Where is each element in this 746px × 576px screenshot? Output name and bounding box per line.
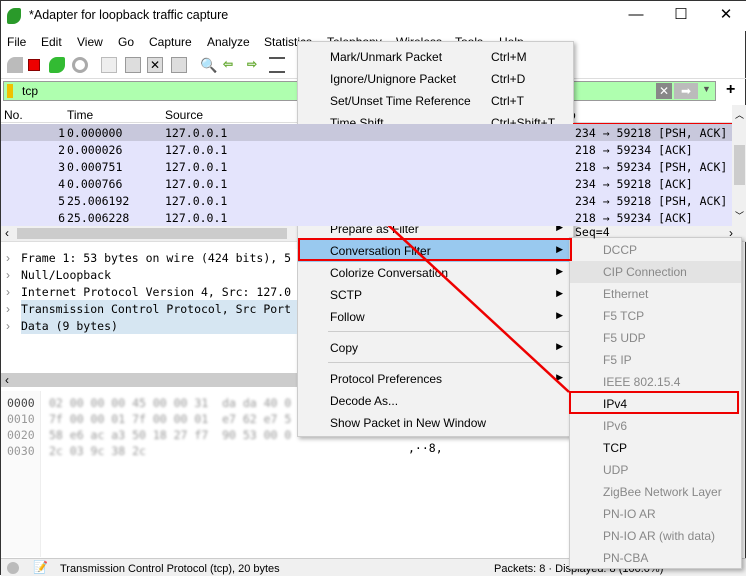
packet-source: 127.0.0.1 [165, 194, 228, 208]
packet-no: 4 [58, 177, 65, 191]
packet-row[interactable]: 40.000766127.0.0.1234 → 59218 [ACK] Seq=… [1, 175, 732, 205]
packet-info: 234 → 59218 [PSH, ACK] [575, 194, 728, 208]
detail-row[interactable]: › Data (9 bytes) [1, 317, 297, 334]
packet-time: 0.000766 [67, 177, 123, 191]
packet-no: 5 [58, 194, 65, 208]
packet-no: 3 [58, 160, 65, 174]
detail-text: Null/Loopback [21, 266, 297, 283]
packet-no: 6 [58, 211, 65, 225]
packet-info: 234 → 59218 [PSH, ACK] [575, 126, 728, 140]
packet-source: 127.0.0.1 [165, 126, 228, 140]
detail-text: Internet Protocol Version 4, Src: 127.0 [21, 283, 297, 300]
detail-row[interactable]: › Transmission Control Protocol, Src Port [1, 300, 297, 317]
packet-time: 25.006228 [67, 211, 130, 225]
packet-row[interactable]: 6 25.006228 127.0.0.1 218 → 59234 [ACK] Seq… [1, 209, 732, 239]
packet-row[interactable]: 20.000026127.0.0.1218 → 59234 [ACK] Seq=… [1, 141, 732, 171]
detail-text: Data (9 bytes) [21, 317, 297, 334]
packet-source: 127.0.0.1 [165, 143, 228, 157]
detail-row[interactable]: › Frame 1: 53 bytes on wire (424 bits), 5 [1, 249, 297, 266]
packet-no: 1 [58, 126, 65, 140]
expand-chevron-icon[interactable]: › [6, 268, 10, 282]
detail-text: Frame 1: 53 bytes on wire (424 bits), 5 [21, 249, 297, 266]
packet-source: 127.0.0.1 [165, 177, 228, 191]
packet-time: 0.000026 [67, 143, 123, 157]
packet-source: 127.0.0.1 [165, 160, 228, 174]
expand-chevron-icon[interactable]: › [6, 285, 10, 299]
packet-time: 0.000000 [67, 126, 123, 140]
packet-row[interactable]: 5 25.006192 127.0.0.1 234 → 59218 [PSH, ACK… [1, 192, 732, 209]
packet-info: 218 → 59234 [PSH, ACK] [575, 160, 728, 174]
packet-time: 25.006192 [67, 194, 130, 208]
packet-info: 218 → 59234 [ACK] Seq=4 [575, 211, 693, 239]
detail-text: Transmission Control Protocol, Src Port [21, 300, 297, 317]
detail-row[interactable]: › Internet Protocol Version 4, Src: 127.0 [1, 283, 297, 300]
packet-no: 2 [58, 143, 65, 157]
expand-chevron-icon[interactable]: › [6, 319, 10, 333]
expand-chevron-icon[interactable]: › [6, 302, 10, 316]
packet-time: 0.000751 [67, 160, 123, 174]
packet-row[interactable]: 3 0.000751 127.0.0.1 218 → 59234 [PSH, ACK] [1, 158, 732, 175]
detail-row[interactable]: › Null/Loopback [1, 266, 297, 283]
expand-chevron-icon[interactable]: › [6, 251, 10, 265]
packet-row[interactable]: 1 0.000000 127.0.0.1 234 → 59218 [PSH, ACK] [1, 124, 732, 141]
packet-source: 127.0.0.1 [165, 211, 228, 225]
